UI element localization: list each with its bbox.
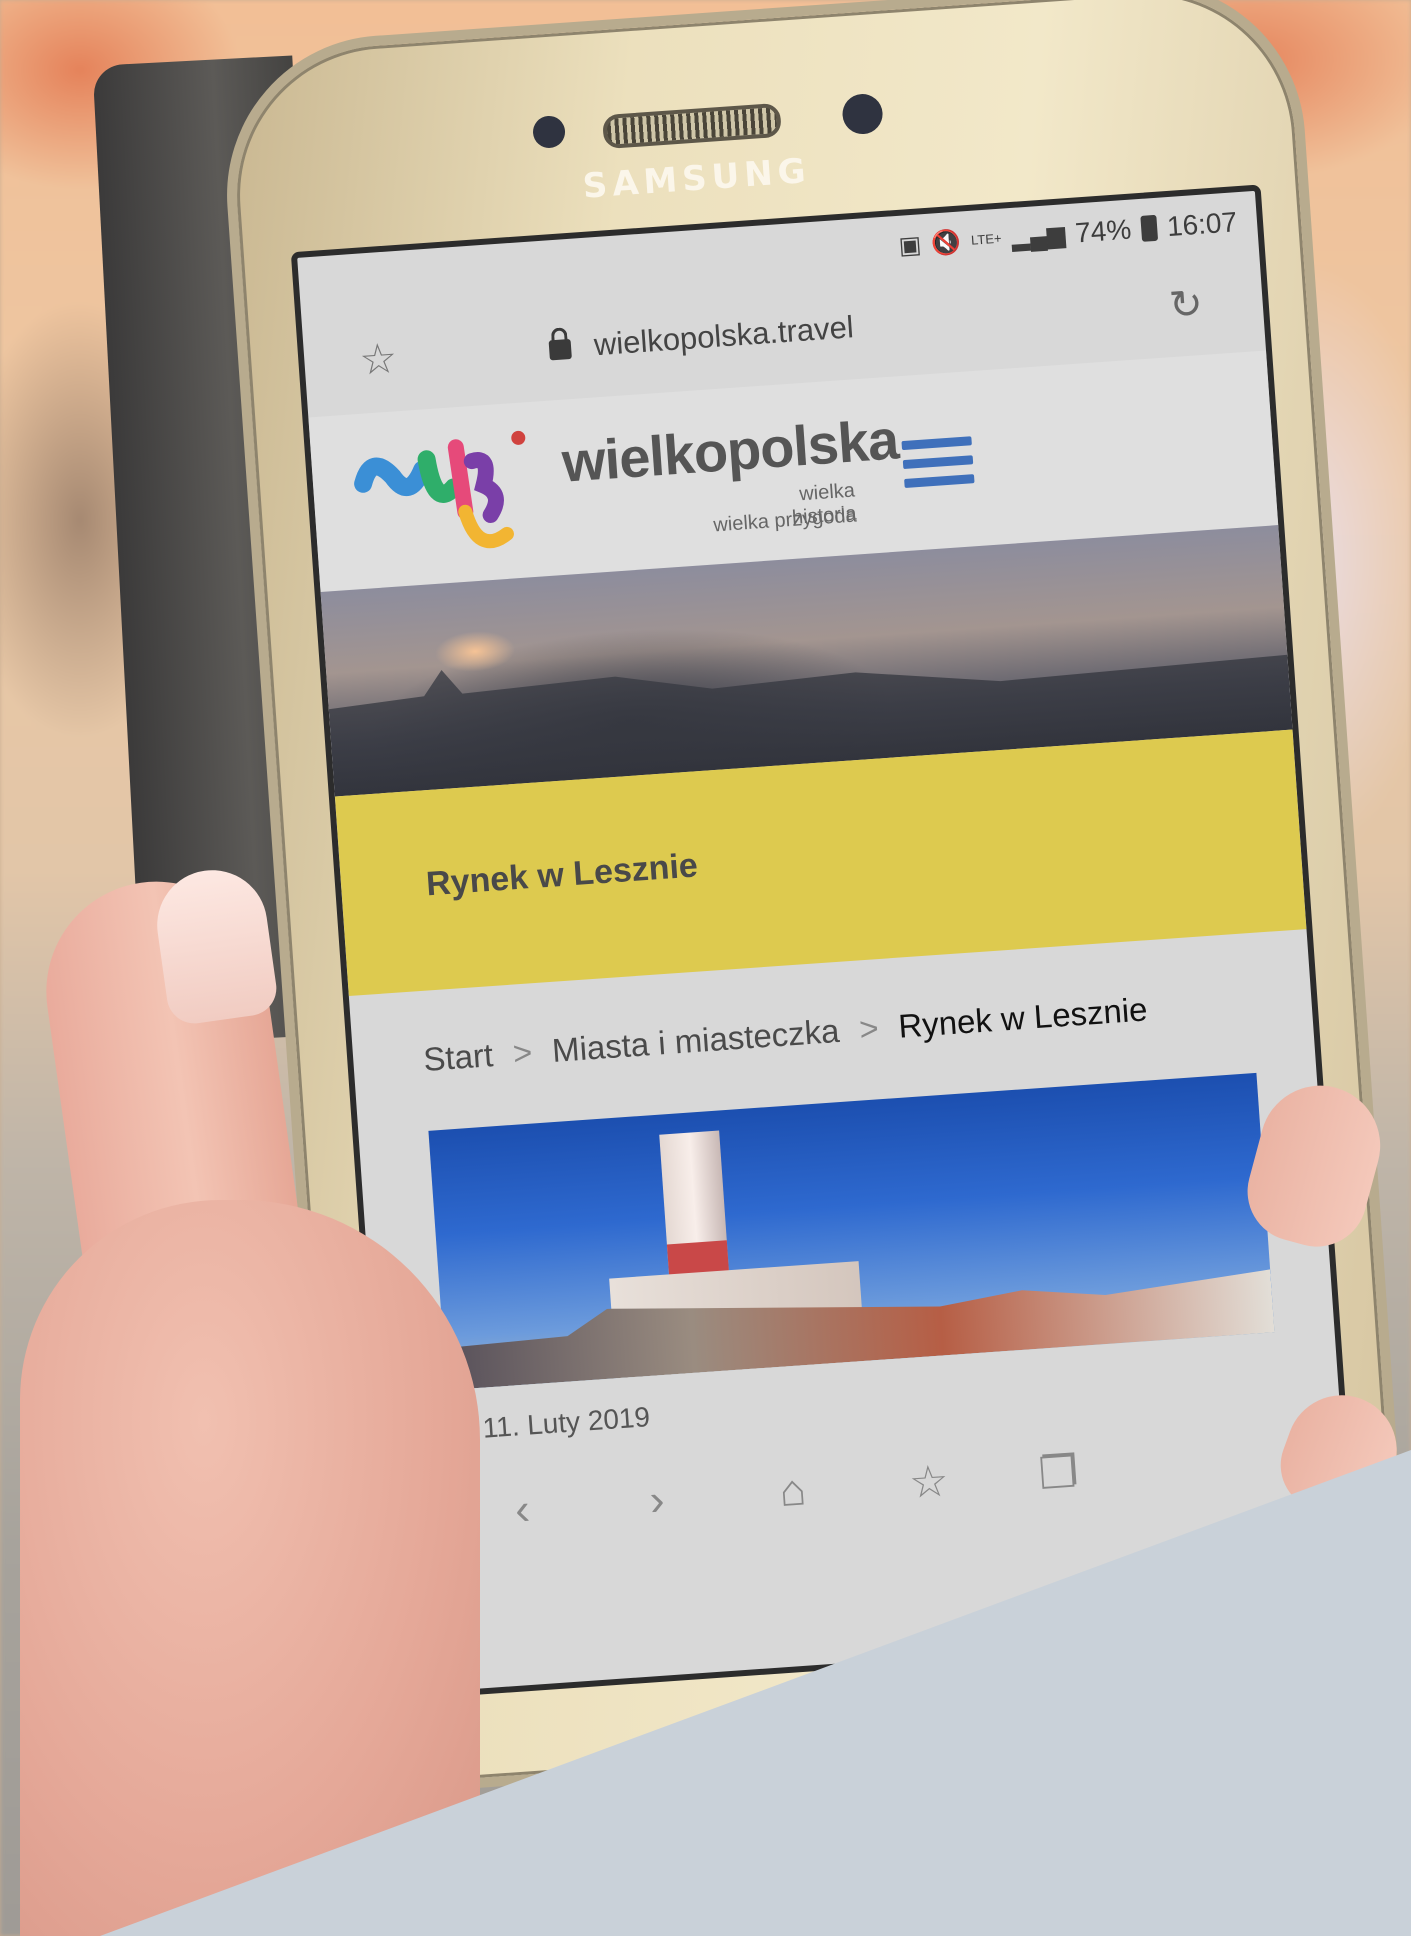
reload-icon[interactable]: ↻ bbox=[1168, 281, 1205, 329]
battery-percent: 74% bbox=[1074, 213, 1133, 249]
publish-date: © 11. Luty 2019 bbox=[453, 1401, 651, 1446]
signal-icon: ▂▄▆ bbox=[1010, 220, 1067, 252]
url-text[interactable]: wielkopolska.travel bbox=[593, 309, 855, 363]
breadcrumb: Start > Miasta i miasteczka > Rynek w Le… bbox=[422, 990, 1149, 1079]
earpiece-speaker bbox=[601, 102, 782, 150]
photo-tower bbox=[659, 1130, 730, 1285]
breadcrumb-current: Rynek w Lesznie bbox=[897, 990, 1149, 1045]
article-photo[interactable] bbox=[428, 1072, 1275, 1391]
device-brand: SAMSUNG bbox=[581, 150, 812, 207]
bookmarks-icon[interactable]: ☆ bbox=[907, 1455, 950, 1509]
proximity-sensor bbox=[531, 114, 567, 150]
network-type: LTE+ bbox=[970, 230, 1003, 248]
hamburger-menu-icon[interactable] bbox=[901, 436, 975, 498]
breadcrumb-cities[interactable]: Miasta i miasteczka bbox=[551, 1012, 841, 1070]
clock: 16:07 bbox=[1165, 206, 1239, 243]
front-camera bbox=[841, 92, 884, 136]
back-icon[interactable]: ‹ bbox=[513, 1485, 531, 1536]
breadcrumb-separator: > bbox=[857, 1009, 880, 1048]
breadcrumb-separator: > bbox=[511, 1033, 534, 1072]
star-outline-icon[interactable]: ☆ bbox=[358, 333, 399, 385]
mute-icon: 🔇 bbox=[930, 228, 963, 258]
forward-icon[interactable]: › bbox=[648, 1475, 666, 1526]
site-tagline-2: wielka przygoda bbox=[712, 504, 858, 537]
wlkp-logo[interactable] bbox=[349, 411, 559, 575]
tabs-icon[interactable]: ❐ bbox=[1037, 1446, 1080, 1500]
battery-icon bbox=[1140, 214, 1159, 242]
home-icon[interactable]: ⌂ bbox=[778, 1465, 808, 1517]
sim-icon: ▣ bbox=[897, 230, 923, 260]
breadcrumb-start[interactable]: Start bbox=[422, 1036, 494, 1079]
page-title: Rynek w Lesznie bbox=[424, 846, 699, 904]
lock-icon bbox=[548, 338, 572, 361]
